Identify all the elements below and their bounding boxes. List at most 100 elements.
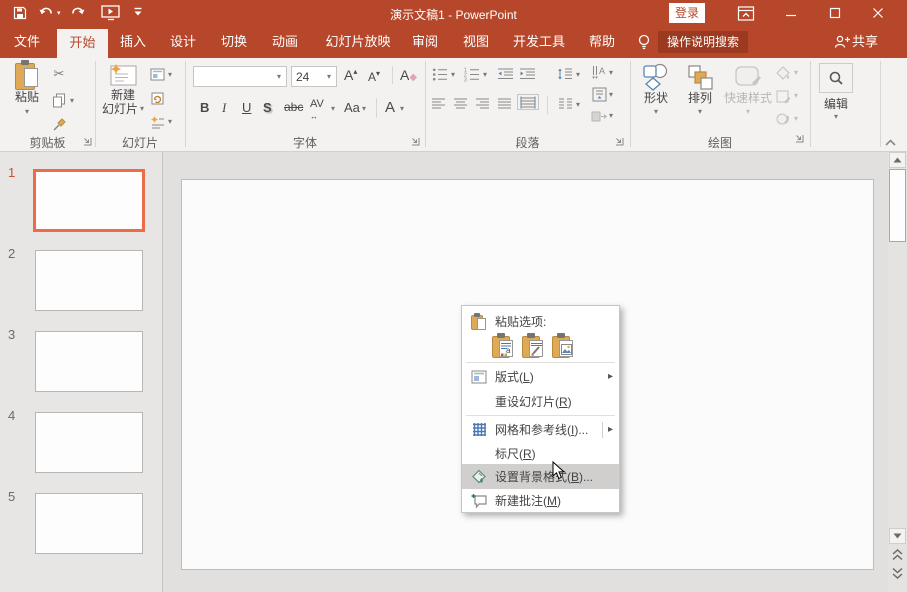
vertical-scrollbar[interactable] <box>888 152 907 592</box>
slide-thumbnail-2[interactable] <box>35 250 143 311</box>
line-spacing-icon[interactable] <box>556 66 574 82</box>
shape-outline-icon[interactable] <box>774 88 792 104</box>
scroll-down-icon[interactable] <box>889 528 906 544</box>
copy-icon[interactable] <box>50 92 68 108</box>
cut-icon[interactable]: ✂ <box>50 66 68 82</box>
smartart-icon[interactable] <box>590 108 608 124</box>
font-size-combo[interactable]: 24 <box>291 66 337 87</box>
justify-icon[interactable] <box>495 96 513 112</box>
previous-slide-icon[interactable] <box>890 548 905 562</box>
tab-animations[interactable]: 动画 <box>262 26 308 58</box>
tab-transitions[interactable]: 切换 <box>211 26 257 58</box>
slide-thumbnail-3[interactable] <box>35 331 143 392</box>
align-center-icon[interactable] <box>451 96 469 112</box>
menu-item-layout[interactable]: 版式(L) <box>462 364 619 389</box>
shape-fill-icon[interactable] <box>774 65 792 81</box>
text-direction-dropdown-icon[interactable] <box>609 69 613 77</box>
slide-thumbnail-4[interactable] <box>35 412 143 473</box>
minimize-button[interactable] <box>776 0 806 26</box>
reset-slide-icon[interactable] <box>148 90 166 106</box>
slide-layout-icon[interactable] <box>148 66 166 82</box>
scroll-up-icon[interactable] <box>889 152 906 168</box>
next-slide-icon[interactable] <box>890 566 905 580</box>
section-icon[interactable] <box>148 114 166 130</box>
paragraph-dialog-launcher-icon[interactable] <box>614 136 624 146</box>
change-case-button[interactable]: Aa <box>344 100 360 115</box>
tab-slideshow[interactable]: 幻灯片放映 <box>313 26 403 58</box>
shape-outline-dropdown-icon[interactable] <box>794 92 798 100</box>
tab-view[interactable]: 视图 <box>453 26 499 58</box>
bold-button[interactable]: B <box>200 100 209 115</box>
format-painter-icon[interactable] <box>50 116 68 132</box>
align-left-icon[interactable] <box>429 96 447 112</box>
smartart-dropdown-icon[interactable] <box>609 112 613 120</box>
underline-button[interactable]: U <box>242 100 251 115</box>
tab-insert[interactable]: 插入 <box>110 26 156 58</box>
shapes-button[interactable]: 形状 <box>636 60 676 116</box>
arrange-button[interactable]: 排列 <box>680 60 720 116</box>
shrink-font-button[interactable]: A▾ <box>368 69 380 84</box>
font-dialog-launcher-icon[interactable] <box>410 136 420 146</box>
columns-icon[interactable] <box>556 96 574 112</box>
italic-button[interactable]: I <box>222 100 226 116</box>
maximize-button[interactable] <box>820 0 850 26</box>
tab-file[interactable]: 文件 <box>4 26 50 58</box>
menu-item-reset-slide[interactable]: 重设幻灯片(R) <box>462 389 619 414</box>
strikethrough-button[interactable]: abc <box>284 100 303 114</box>
tab-home[interactable]: 开始 <box>57 29 108 58</box>
clear-formatting-button[interactable]: A◆ <box>400 67 417 83</box>
shape-fill-dropdown-icon[interactable] <box>794 69 798 77</box>
text-shadow-button[interactable]: S <box>263 100 272 115</box>
increase-indent-icon[interactable] <box>518 66 536 82</box>
font-color-dropdown-icon[interactable] <box>400 105 404 113</box>
case-dropdown-icon[interactable] <box>362 105 366 113</box>
text-direction-icon[interactable]: A <box>590 64 608 80</box>
shape-effects-icon[interactable] <box>774 111 792 127</box>
columns-dropdown-icon[interactable] <box>576 101 580 109</box>
tab-review[interactable]: 审阅 <box>402 26 448 58</box>
spacing-dropdown-icon[interactable] <box>331 105 335 113</box>
paste-picture-button[interactable] <box>551 332 577 359</box>
menu-item-new-comment[interactable]: 新建批注(M) <box>462 488 619 513</box>
font-name-combo[interactable] <box>193 66 287 87</box>
copy-dropdown-icon[interactable] <box>70 97 74 105</box>
close-button[interactable] <box>863 0 893 26</box>
paste-keep-formatting-button[interactable] <box>521 332 547 359</box>
tab-help[interactable]: 帮助 <box>579 26 625 58</box>
numbering-icon[interactable]: 123 <box>463 66 481 82</box>
line-spacing-dropdown-icon[interactable] <box>576 71 580 79</box>
drawing-dialog-launcher-icon[interactable] <box>794 133 804 143</box>
paste-button[interactable]: 粘贴 <box>6 60 48 116</box>
grow-font-button[interactable]: A▴ <box>344 67 357 83</box>
menu-item-grid-and-guides[interactable]: 网格和参考线(I)... <box>462 417 619 442</box>
shape-effects-dropdown-icon[interactable] <box>794 115 798 123</box>
distribute-icon[interactable] <box>517 94 539 110</box>
numbering-dropdown-icon[interactable] <box>483 71 487 79</box>
layout-dropdown-icon[interactable] <box>168 71 172 79</box>
decrease-indent-icon[interactable] <box>496 66 514 82</box>
editing-button[interactable]: 编辑 <box>814 60 858 121</box>
collapse-ribbon-icon[interactable] <box>884 138 897 147</box>
share-button[interactable]: 共享 <box>852 26 878 58</box>
font-color-button[interactable]: A <box>385 99 395 116</box>
align-text-icon[interactable] <box>590 86 608 102</box>
character-spacing-button[interactable]: AV↔ <box>310 98 324 122</box>
tell-me-search-input[interactable]: 操作说明搜索 <box>658 31 748 53</box>
menu-item-ruler[interactable]: 标尺(R) <box>462 441 619 466</box>
tab-developer[interactable]: 开发工具 <box>504 26 574 58</box>
bullets-dropdown-icon[interactable] <box>451 71 455 79</box>
section-dropdown-icon[interactable] <box>168 118 172 126</box>
clipboard-dialog-launcher-icon[interactable] <box>82 136 92 146</box>
new-slide-button[interactable]: 新建 幻灯片 <box>100 60 146 116</box>
paste-use-theme-button[interactable]: a <box>491 332 517 359</box>
tab-design[interactable]: 设计 <box>160 26 206 58</box>
quick-styles-button[interactable]: 快速样式 <box>722 60 774 116</box>
ribbon-display-options-icon[interactable] <box>731 0 761 26</box>
menu-item-format-background[interactable]: 设置背景格式(B)... <box>462 464 619 489</box>
bullets-icon[interactable] <box>431 66 449 82</box>
slide-thumbnail-5[interactable] <box>35 493 143 554</box>
align-text-dropdown-icon[interactable] <box>609 91 613 99</box>
align-right-icon[interactable] <box>473 96 491 112</box>
scrollbar-thumb[interactable] <box>889 169 906 242</box>
sign-in-button[interactable]: 登录 <box>669 3 705 23</box>
